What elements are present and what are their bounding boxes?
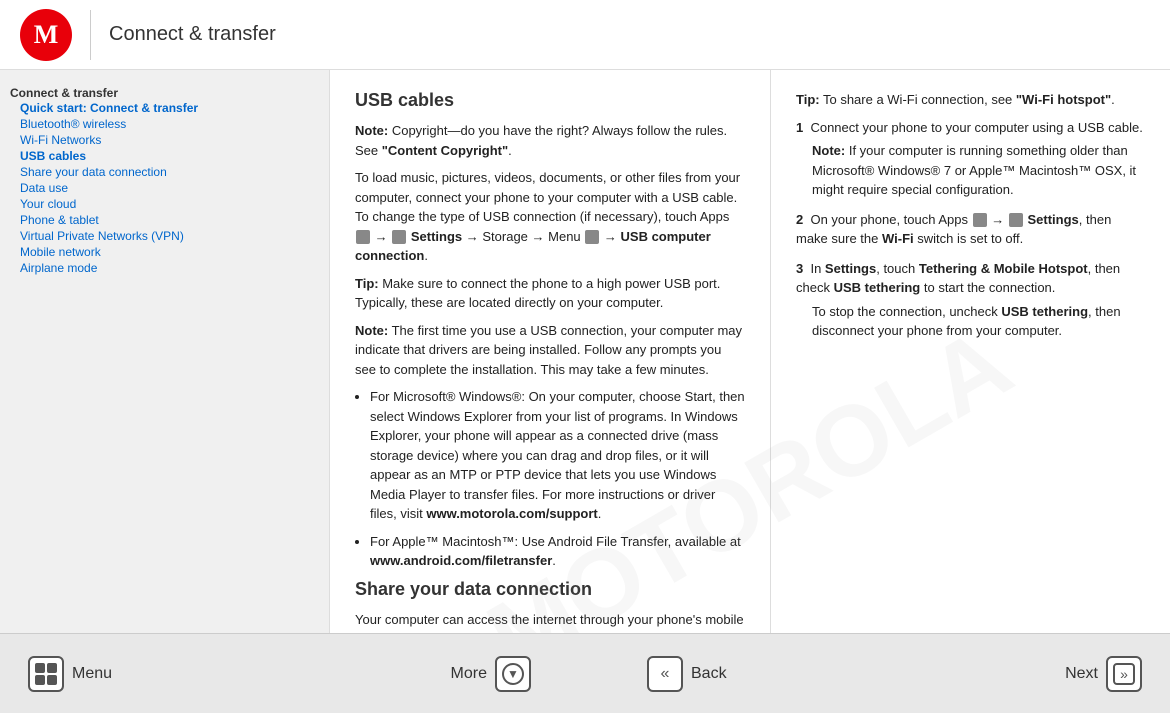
right-tip-label: Tip: [796,92,820,107]
list-item: For Apple™ Macintosh™: Use Android File … [370,532,745,571]
list-item: For Microsoft® Windows®: On your compute… [370,387,745,524]
note1-para: Note: Copyright—do you have the right? A… [355,121,745,160]
sidebar-item[interactable]: Virtual Private Networks (VPN) [10,228,319,244]
right-tip-link: "Wi-Fi hotspot" [1016,92,1111,107]
step3-para2: To stop the connection, uncheck USB teth… [812,302,1145,341]
step3-usb-tethering: USB tethering [834,280,921,295]
sidebar-section-title: Connect & transfer [10,86,118,100]
menu-icon-box [28,656,64,692]
step-1: 1 Connect your phone to your computer us… [796,118,1145,200]
grid-cell [35,675,45,685]
header-title: Connect & transfer [109,23,276,46]
step-3: 3 In Settings, touch Tethering & Mobile … [796,259,1145,341]
step2-settings: Settings [1027,212,1078,227]
next-chevron-icon: » [1113,663,1135,685]
note2-label: Note: [355,323,388,338]
note1-end: . [508,143,512,158]
motorola-logo: M [20,9,72,61]
content-wrapper: MOTOROLA Connect & transfer Quick start:… [0,70,1170,633]
tip1-para: Tip: Make sure to connect the phone to a… [355,274,745,313]
note1-label: Note: [355,123,388,138]
apps-icon2 [973,213,987,227]
step1-note: Note: If your computer is running someth… [812,141,1145,200]
motorola-url: www.motorola.com/support [426,506,597,521]
para1: To load music, pictures, videos, documen… [355,168,745,266]
step-2: 2 On your phone, touch Apps → Settings, … [796,210,1145,249]
menu-icon [585,230,599,244]
settings-icon2 [1009,213,1023,227]
note2-text: The first time you use a USB connection,… [355,323,742,377]
sidebar-item[interactable]: Wi-Fi Networks [10,132,319,148]
right-panel: Tip: To share a Wi-Fi connection, see "W… [770,70,1170,633]
right-tip-text: To share a Wi-Fi connection, see [820,92,1016,107]
apps-icon [356,230,370,244]
step3-tethering: Tethering & Mobile Hotspot [919,261,1088,276]
menu-button[interactable]: Menu [20,652,120,696]
usb-connection-label: USB computer connection [355,229,711,264]
grid-cell [35,663,45,673]
more-button[interactable]: More ▼ [443,652,539,696]
right-tip-end: . [1111,92,1115,107]
sidebar-item[interactable]: Phone & tablet [10,212,319,228]
content-area: USB cables Note: Copyright—do you have t… [330,70,770,633]
sidebar-item[interactable]: Mobile network [10,244,319,260]
android-url: www.android.com/filetransfer [370,553,552,568]
grid-cell [47,675,57,685]
more-icon-box: ▼ [495,656,531,692]
more-circle-icon: ▼ [502,663,524,685]
step1-note-label: Note: [812,143,845,158]
usb-cables-heading: USB cables [355,90,745,111]
more-chevron-icon: ▼ [507,667,519,681]
bottom-bar: Menu More ▼ « Back Next » [0,633,1170,713]
back-icon-box: « [647,656,683,692]
tip1-text: Make sure to connect the phone to a high… [355,276,720,311]
next-icon-box: » [1106,656,1142,692]
sidebar-item[interactable]: Data use [10,180,319,196]
menu-grid-icon [35,663,57,685]
tip-para: Tip: To share a Wi-Fi connection, see "W… [796,90,1145,110]
step3-uncheck-usb: USB tethering [1001,304,1088,319]
back-chevron-icon: « [661,665,670,683]
sidebar-item[interactable]: Share your data connection [10,164,319,180]
back-label: Back [691,665,727,683]
back-button[interactable]: « Back [639,652,735,696]
logo-m-letter: M [34,20,59,50]
next-label: Next [1065,665,1098,683]
step1-number: 1 [796,120,803,135]
step2-wifi: Wi-Fi [882,231,914,246]
share-connection-para: Your computer can access the internet th… [355,610,745,634]
tip1-label: Tip: [355,276,379,291]
next-button[interactable]: Next » [1057,652,1150,696]
sidebar-item[interactable]: Quick start: Connect & transfer [10,100,319,116]
sidebar-item[interactable]: Airplane mode [10,260,319,276]
note2-para: Note: The first time you use a USB conne… [355,321,745,380]
sidebar-item[interactable]: Your cloud [10,196,319,212]
sidebar: Connect & transfer Quick start: Connect … [0,70,330,633]
menu-label: Menu [72,665,112,683]
step3-settings: Settings [825,261,876,276]
step1-text: 1 Connect your phone to your computer us… [796,118,1145,138]
step3-number: 3 [796,261,803,276]
grid-cell [47,663,57,673]
step3-text: 3 In Settings, touch Tethering & Mobile … [796,259,1145,298]
header: M Connect & transfer [0,0,1170,70]
sidebar-item[interactable]: USB cables [10,148,319,164]
usb-bullets-list: For Microsoft® Windows®: On your compute… [370,387,745,571]
more-label: More [451,665,487,683]
sidebar-item[interactable]: Bluetooth® wireless [10,116,319,132]
note1-link: "Content Copyright" [382,143,508,158]
settings-icon [392,230,406,244]
share-connection-heading: Share your data connection [355,579,745,600]
sidebar-items: Quick start: Connect & transferBluetooth… [10,100,319,276]
step2-text: 2 On your phone, touch Apps → Settings, … [796,210,1145,249]
step2-number: 2 [796,212,803,227]
settings-label: Settings [411,229,462,244]
header-divider [90,10,91,60]
